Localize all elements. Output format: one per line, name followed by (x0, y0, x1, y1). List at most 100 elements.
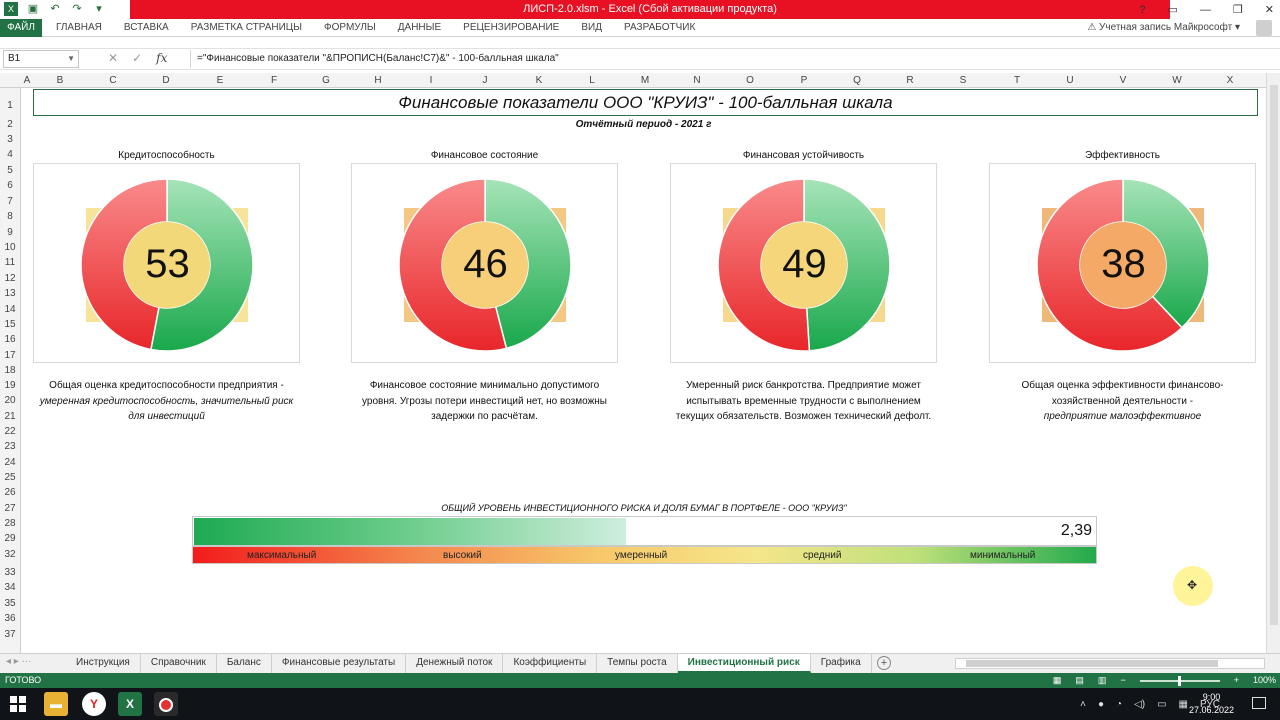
sheet-tab[interactable]: Справочник (141, 654, 217, 673)
row-header[interactable]: 18 (0, 365, 20, 377)
tab-file[interactable]: ФАЙЛ (0, 19, 42, 37)
row-header[interactable]: 8 (0, 211, 20, 223)
row-header[interactable]: 17 (0, 350, 20, 362)
zoom-level[interactable]: 100% (1253, 673, 1276, 688)
row-header[interactable]: 29 (0, 533, 20, 545)
formula-input[interactable]: ="Финансовые показатели "&ПРОПИСН(Баланс… (190, 50, 1276, 68)
column-header[interactable]: Q (851, 73, 863, 88)
ribbon-tab[interactable]: РЕЦЕНЗИРОВАНИЕ (463, 19, 559, 37)
sheet-tab[interactable]: Инвестиционный риск (677, 654, 811, 673)
row-header[interactable]: 1 (0, 100, 20, 112)
restore-button[interactable]: ❐ (1233, 3, 1243, 16)
column-header[interactable]: A (21, 73, 33, 88)
avatar[interactable] (1256, 20, 1272, 36)
column-header[interactable]: M (639, 73, 651, 88)
zoom-slider-thumb[interactable] (1177, 675, 1181, 686)
microphone-icon[interactable]: ● (1098, 699, 1104, 710)
column-header[interactable]: N (691, 73, 703, 88)
ribbon-tab[interactable]: РАЗМЕТКА СТРАНИЦЫ (191, 19, 302, 37)
sheet-tab[interactable]: Графика (811, 654, 872, 673)
vertical-scrollbar[interactable] (1266, 73, 1280, 653)
enter-icon[interactable]: ✓ (132, 51, 142, 65)
gauge-chart[interactable]: 49 (670, 163, 937, 363)
help-button[interactable]: ? (1139, 4, 1145, 16)
network-icon[interactable]: ◔ (1116, 699, 1122, 710)
tray-chevron-icon[interactable]: ˄ (1080, 699, 1086, 710)
column-header[interactable]: P (798, 73, 810, 88)
row-header[interactable]: 33 (0, 567, 20, 579)
row-header[interactable]: 4 (0, 149, 20, 161)
ribbon-tab[interactable]: ВИД (581, 19, 602, 37)
row-header[interactable]: 26 (0, 487, 20, 499)
row-header[interactable]: 15 (0, 319, 20, 331)
column-header[interactable]: W (1171, 73, 1183, 88)
file-explorer-icon[interactable]: ▬ (44, 692, 68, 716)
volume-icon[interactable]: ◁) (1134, 699, 1145, 710)
redo-icon[interactable]: ↷ (70, 2, 84, 16)
row-header[interactable]: 28 (0, 518, 20, 530)
ribbon-tab[interactable]: ФОРМУЛЫ (324, 19, 376, 37)
page-break-icon[interactable]: ▥ (1098, 673, 1107, 688)
row-header[interactable]: 2 (0, 119, 20, 131)
column-header[interactable]: C (107, 73, 119, 88)
insert-function-button[interactable]: fx (156, 51, 167, 65)
sheet-tab[interactable]: Темпы роста (597, 654, 678, 673)
zoom-out-button[interactable]: − (1120, 673, 1125, 688)
column-header[interactable]: V (1117, 73, 1129, 88)
row-header[interactable]: 7 (0, 196, 20, 208)
keyboard-icon[interactable]: ▦ (1179, 699, 1188, 710)
column-header[interactable]: J (479, 73, 491, 88)
zoom-slider[interactable] (1139, 675, 1220, 686)
save-icon[interactable]: ▣ (26, 2, 40, 16)
row-header[interactable]: 22 (0, 426, 20, 438)
column-header[interactable]: K (533, 73, 545, 88)
column-header[interactable]: F (268, 73, 280, 88)
row-header[interactable]: 24 (0, 457, 20, 469)
row-header[interactable]: 10 (0, 242, 20, 254)
risk-level-bar[interactable]: 2,39 (192, 516, 1097, 546)
column-header[interactable]: E (214, 73, 226, 88)
row-header[interactable]: 9 (0, 227, 20, 239)
row-header[interactable]: 34 (0, 582, 20, 594)
column-header[interactable]: O (744, 73, 756, 88)
row-header[interactable]: 3 (0, 134, 20, 146)
row-header[interactable]: 5 (0, 165, 20, 177)
gauge-chart[interactable]: 38 (989, 163, 1256, 363)
sheet-tab[interactable]: Денежный поток (406, 654, 504, 673)
ribbon-display-button[interactable]: ▭ (1168, 3, 1178, 16)
notification-icon[interactable] (1252, 697, 1266, 709)
column-header[interactable]: H (372, 73, 384, 88)
gauge-chart[interactable]: 53 (33, 163, 300, 363)
row-header[interactable]: 23 (0, 441, 20, 453)
column-header[interactable]: X (1224, 73, 1236, 88)
column-header[interactable]: G (320, 73, 332, 88)
row-header[interactable]: 14 (0, 304, 20, 316)
row-header[interactable]: 13 (0, 288, 20, 300)
battery-icon[interactable]: ▭ (1157, 699, 1166, 710)
row-header[interactable]: 36 (0, 613, 20, 625)
sheet-tab[interactable]: Финансовые результаты (272, 654, 407, 673)
row-header[interactable]: 25 (0, 472, 20, 484)
page-layout-icon[interactable]: ▤ (1075, 673, 1084, 688)
windows-start-icon[interactable] (10, 696, 26, 712)
zoom-in-button[interactable]: + (1234, 673, 1239, 688)
undo-icon[interactable]: ↶ (48, 2, 62, 16)
close-button[interactable]: ✕ (1265, 3, 1274, 16)
column-header[interactable]: L (586, 73, 598, 88)
column-header[interactable]: U (1064, 73, 1076, 88)
chevron-down-icon[interactable]: ▼ (67, 51, 75, 67)
sheet-nav-arrows[interactable]: ◂ ▸ ··· (6, 656, 32, 667)
cancel-icon[interactable]: ✕ (108, 51, 118, 65)
column-header[interactable]: T (1011, 73, 1023, 88)
row-header[interactable]: 35 (0, 598, 20, 610)
row-header[interactable]: 16 (0, 334, 20, 346)
vertical-scroll-thumb[interactable] (1270, 85, 1278, 625)
ribbon-tab[interactable]: ГЛАВНАЯ (56, 19, 102, 37)
sheet-tab[interactable]: Коэффициенты (503, 654, 598, 673)
row-header[interactable]: 11 (0, 257, 20, 269)
column-header[interactable]: R (904, 73, 916, 88)
horizontal-scroll-thumb[interactable] (966, 660, 1218, 667)
column-header[interactable]: D (160, 73, 172, 88)
recorder-icon[interactable] (154, 692, 178, 716)
column-header[interactable]: I (425, 73, 437, 88)
